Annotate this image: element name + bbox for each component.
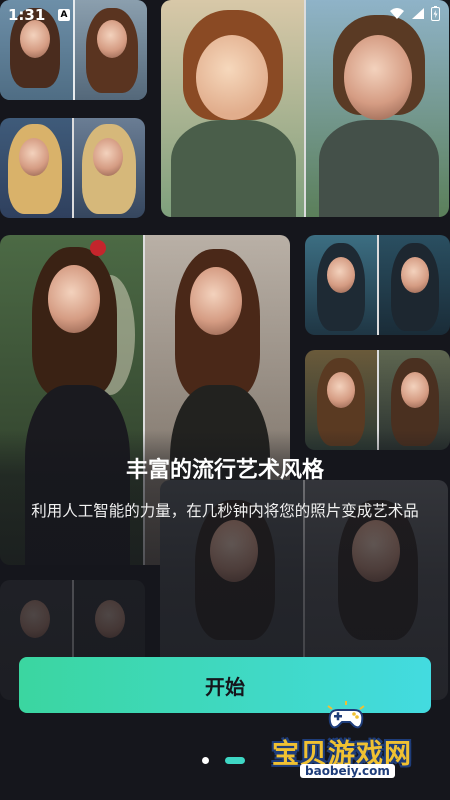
sample-card-man-cartoon <box>161 0 449 217</box>
page-dot-2-active[interactable] <box>225 757 245 764</box>
sample-card-blonde-women <box>0 118 145 218</box>
onboarding-subtitle: 利用人工智能的力量，在几秒钟内将您的照片变成艺术品 <box>31 502 419 520</box>
battery-icon <box>431 6 440 21</box>
watermark-logo: 宝贝游戏网 baobeiy.com <box>272 700 442 790</box>
wifi-icon <box>390 8 404 19</box>
watermark-url: baobeiy.com <box>300 764 395 778</box>
signal-icon <box>412 8 424 19</box>
system-icons <box>389 6 440 21</box>
start-button-label: 开始 <box>205 674 245 699</box>
status-bar: 1:31 A <box>0 0 450 30</box>
notification-icon: A <box>58 9 70 21</box>
onboarding-headline: 丰富的流行艺术风格 <box>125 458 324 483</box>
gamepad-icon <box>327 701 365 729</box>
page-dot-1[interactable] <box>202 757 209 764</box>
status-time: 1:31 <box>8 6 46 24</box>
sample-card-woman-ink <box>305 235 450 335</box>
